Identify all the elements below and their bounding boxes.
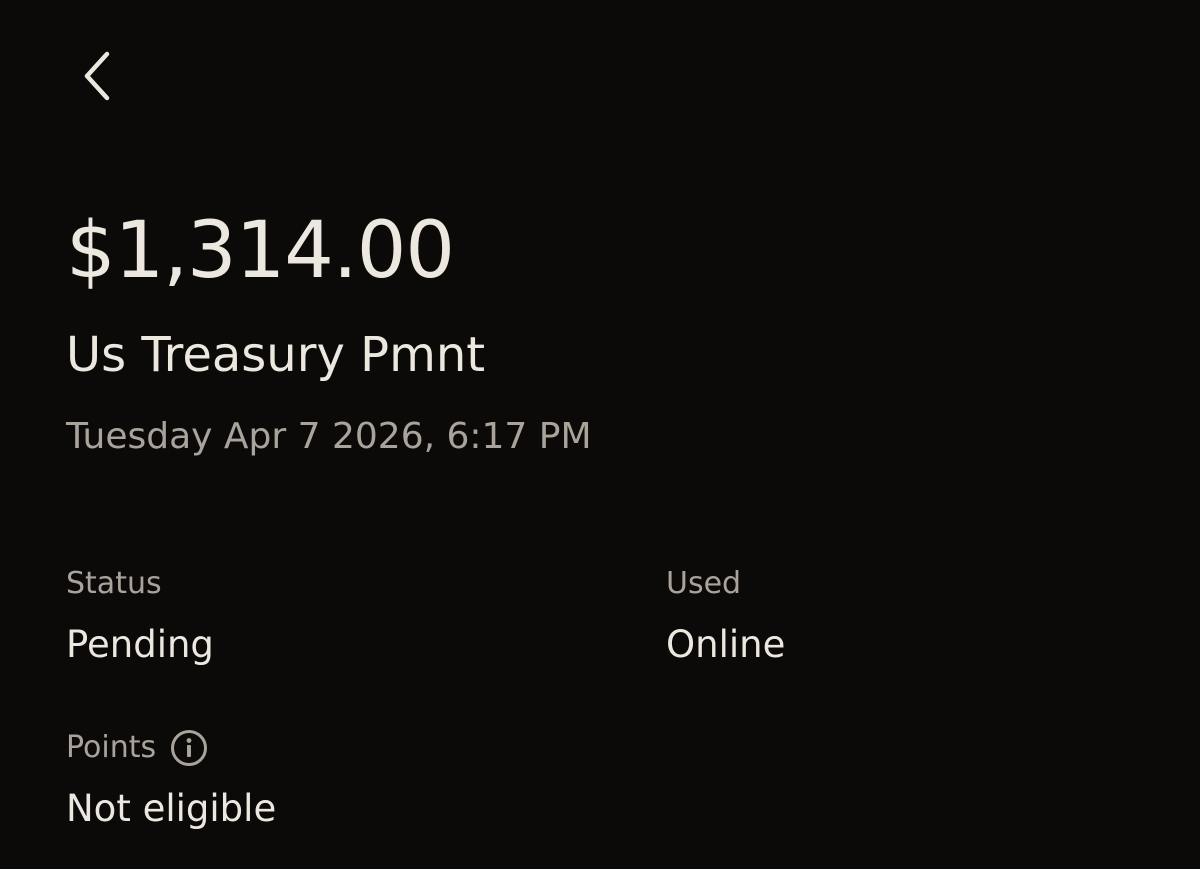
info-icon[interactable] <box>170 729 208 767</box>
points-field: Points Not eligible <box>66 728 276 832</box>
points-label-row: Points <box>66 728 276 768</box>
status-field: Status Pending <box>66 564 214 668</box>
status-value: Pending <box>66 623 214 666</box>
used-label: Used <box>666 566 742 601</box>
chevron-left-icon <box>77 48 117 104</box>
points-label: Points <box>66 730 157 765</box>
back-button[interactable] <box>62 36 132 116</box>
merchant-name: Us Treasury Pmnt <box>66 327 486 383</box>
status-label: Status <box>66 566 162 601</box>
points-value: Not eligible <box>66 787 277 830</box>
transaction-amount: $1,314.00 <box>66 206 455 296</box>
used-field: Used Online <box>666 564 785 668</box>
transaction-datetime: Tuesday Apr 7 2026, 6:17 PM <box>66 416 592 457</box>
used-value: Online <box>666 623 786 666</box>
